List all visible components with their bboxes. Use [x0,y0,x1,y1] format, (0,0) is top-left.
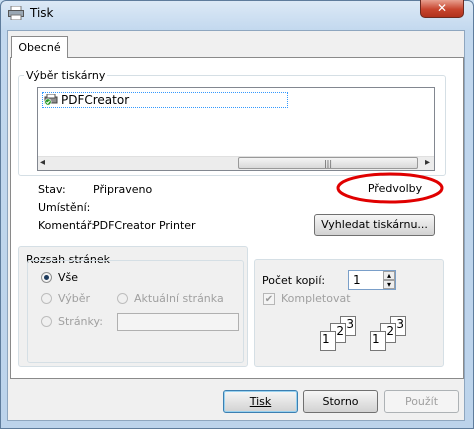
find-printer-button[interactable]: Vyhledat tiskárnu... [314,214,435,236]
collate-page: 1 [320,331,336,351]
window-title: Tisk [30,6,54,20]
scroll-left-arrow-icon[interactable]: ◂ [40,157,45,168]
scroll-grip: ||| [323,159,333,168]
comment-label: Komentář: [38,219,95,232]
radio-pages-label: Stránky: [58,315,103,328]
tab-general-label: Obecné [18,41,61,54]
apply-button[interactable]: Použít [384,390,459,413]
cancel-button-label: Storno [322,395,359,408]
close-icon: ✕ [436,1,448,15]
printer-selection-legend: Výběr tiskárny [24,69,108,82]
collate-illustration: 3 2 1 3 2 1 [318,314,438,358]
radio-selection-label: Výběr [58,292,91,305]
printer-window-icon [8,5,24,21]
collate-page-number: 1 [322,332,330,346]
collate-page-number: 3 [396,317,404,331]
collate-label: Kompletovat [281,292,351,305]
collate-check-icon: ✔ [264,294,274,305]
status-value: Připraveno [93,183,153,196]
copies-value: 1 [353,273,361,287]
radio-current-page[interactable] [117,293,128,304]
scroll-thumb[interactable]: ||| [238,157,418,169]
cancel-button[interactable]: Storno [303,390,378,413]
highlight-circle [336,172,444,204]
radio-all[interactable] [41,272,52,283]
radio-selection[interactable] [41,293,52,304]
collate-page-number: 2 [386,324,394,338]
radio-pages[interactable] [41,316,52,327]
collate-page-number: 1 [372,332,380,346]
collate-checkbox[interactable]: ✔ [263,293,275,305]
copies-label: Počet kopií: [262,274,326,287]
close-button[interactable]: ✕ [420,0,464,18]
scroll-right-arrow-icon[interactable]: ▸ [425,157,430,168]
radio-all-label: Vše [58,271,79,284]
find-printer-button-label: Vyhledat tiskárnu... [321,218,428,231]
collate-page-number: 3 [346,317,354,331]
copies-spin-down-icon[interactable]: ▾ [383,280,395,289]
printer-item-label: PDFCreator [61,93,130,107]
print-button-label: Tisk [249,395,272,408]
copies-spin-up-icon[interactable]: ▴ [383,271,395,280]
comment-value: PDFCreator Printer [93,219,196,232]
radio-current-page-label: Aktuální stránka [134,292,224,305]
location-label: Umístění: [38,201,91,214]
apply-button-label: Použít [404,395,439,408]
pages-input[interactable] [117,313,239,331]
pdfcreator-printer-icon [44,93,58,106]
collate-page: 1 [370,331,386,351]
tab-general[interactable]: Obecné [11,36,68,58]
print-button[interactable]: Tisk [223,390,298,413]
status-label: Stav: [38,183,66,196]
collate-page-number: 2 [336,324,344,338]
